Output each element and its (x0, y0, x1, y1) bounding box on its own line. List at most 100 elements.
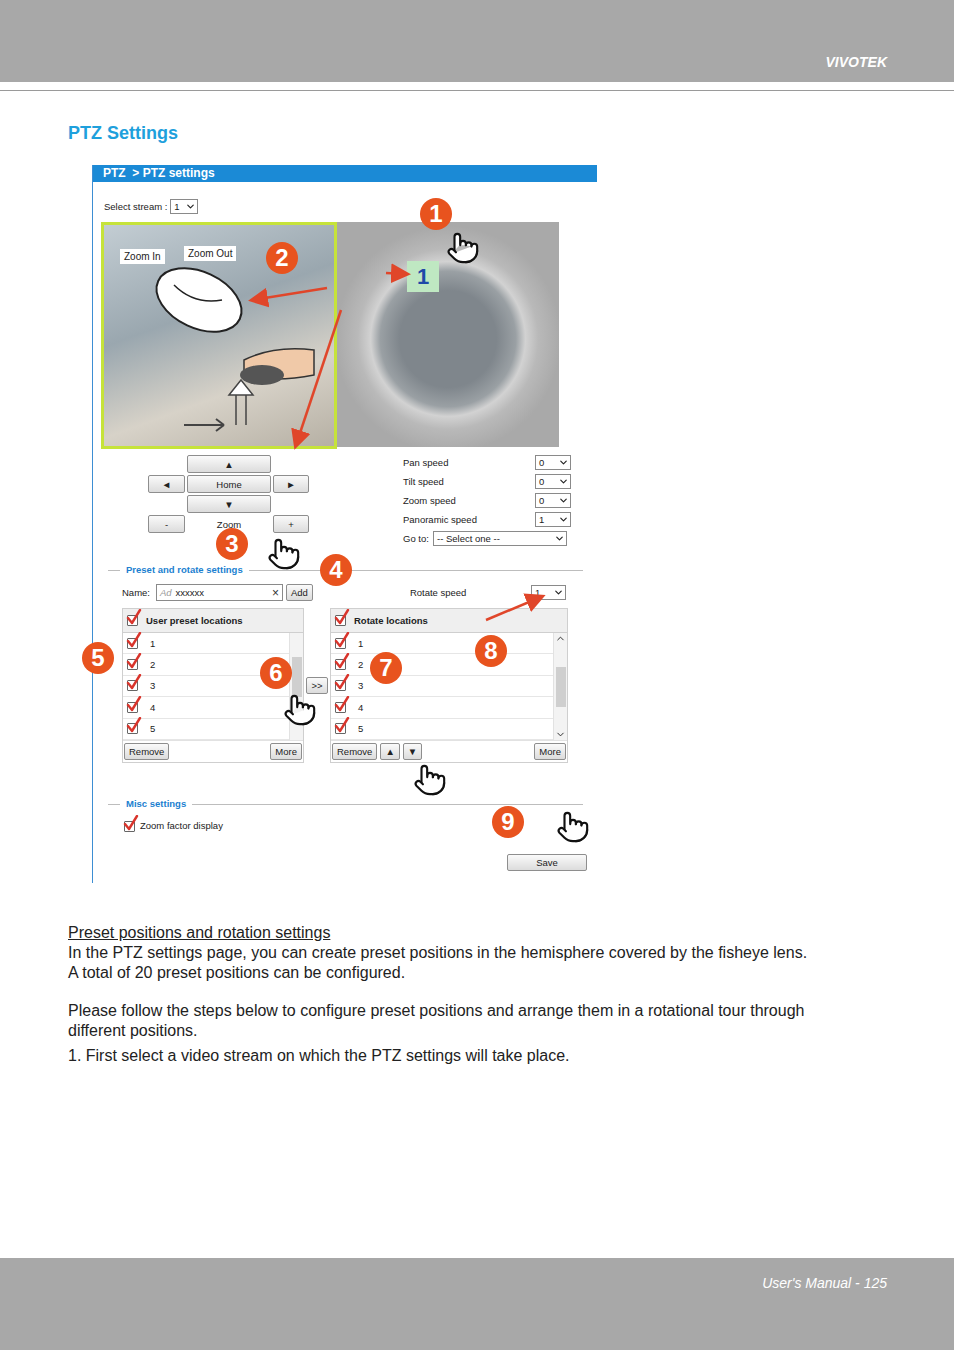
text-line: 1. First select a video stream on which … (68, 1046, 954, 1066)
speed-row: Panoramic speed1 (403, 512, 571, 527)
header-checkbox[interactable] (127, 615, 138, 626)
list-item[interactable]: 2 (331, 654, 553, 675)
item-checkbox[interactable] (127, 638, 138, 649)
list-item[interactable]: 3 (331, 676, 553, 697)
list-button[interactable]: ▲ (380, 743, 399, 760)
check-icon (334, 674, 350, 690)
chevron-down-icon (558, 457, 569, 468)
chevron-down-icon (558, 514, 569, 525)
scroll-up-icon[interactable] (555, 633, 566, 644)
zoom-factor-checkbox[interactable] (124, 821, 135, 832)
add-button[interactable]: Add (286, 584, 313, 601)
check-icon (334, 696, 350, 712)
preset-marker: 1 (407, 261, 439, 292)
mouse-icon (144, 265, 324, 435)
zoom-in-label: Zoom In (120, 249, 165, 264)
legend-line (108, 804, 120, 805)
step-callout: 6 (260, 657, 292, 689)
speed-select[interactable]: 0 (535, 493, 571, 508)
speed-row: Zoom speed0 (403, 493, 571, 508)
item-label: 5 (358, 723, 363, 734)
paragraph: In the PTZ settings page, you can create… (68, 943, 954, 983)
live-view[interactable]: Zoom InZoom Out (101, 222, 337, 449)
step-callout: 8 (475, 635, 507, 667)
check-icon (334, 717, 350, 733)
legend-text: Preset and rotate settings (126, 564, 243, 576)
rotate-speed-select[interactable]: 1 (531, 585, 566, 600)
item-checkbox[interactable] (335, 638, 346, 649)
fisheye-view[interactable]: 1 (337, 222, 559, 447)
chevron-down-icon (553, 587, 564, 598)
item-label: 2 (358, 659, 363, 670)
list-item[interactable]: 1 (123, 633, 289, 654)
header-checkbox[interactable] (335, 615, 346, 626)
list-item[interactable]: 5 (331, 719, 553, 740)
scroll-thumb[interactable] (556, 667, 566, 707)
list-item[interactable]: 1 (331, 633, 553, 654)
legend-line (108, 570, 120, 571)
chevron-down-icon (558, 476, 569, 487)
item-checkbox[interactable] (127, 659, 138, 670)
item-checkbox[interactable] (127, 723, 138, 734)
home-button[interactable]: Home (187, 475, 271, 493)
goto-select[interactable]: -- Select one -- (433, 531, 567, 546)
list-header: User preset locations (123, 609, 303, 633)
item-checkbox[interactable] (127, 680, 138, 691)
stream-label: Select stream : (104, 201, 167, 213)
page-number: User's Manual - 125 (762, 1275, 887, 1350)
annotation-arrows (93, 165, 598, 883)
down-button[interactable]: ▼ (187, 495, 271, 513)
hand-pointer-icon (267, 537, 301, 571)
scrollbar[interactable] (553, 633, 567, 740)
save-button[interactable]: Save (507, 854, 587, 871)
scroll-thumb[interactable] (292, 657, 302, 697)
item-checkbox[interactable] (335, 659, 346, 670)
paragraph: 1. First select a video stream on which … (68, 1046, 954, 1066)
item-label: 3 (150, 680, 155, 691)
select-value: 0 (539, 476, 544, 487)
list-item[interactable]: 4 (331, 697, 553, 718)
item-checkbox[interactable] (335, 723, 346, 734)
speed-select[interactable]: 1 (535, 512, 571, 527)
step-callout: 2 (266, 242, 298, 274)
lists-row: User preset locations12345RemoveMore>>Ro… (122, 608, 597, 763)
speed-row: Pan speed0 (403, 455, 571, 470)
list-button[interactable]: More (270, 743, 302, 760)
list-button[interactable]: More (534, 743, 566, 760)
item-checkbox[interactable] (335, 702, 346, 713)
list-header-label: Rotate locations (354, 615, 428, 626)
name-value: xxxxxx (176, 587, 268, 598)
stream-select[interactable]: 1 (170, 199, 198, 214)
list-button[interactable]: Remove (332, 743, 377, 760)
text-line: Please follow the steps below to configu… (68, 1001, 954, 1021)
footer-bar: User's Manual - 125 (0, 1258, 954, 1350)
move-button[interactable]: >> (306, 677, 327, 694)
annotation-arrow (253, 288, 327, 300)
name-placeholder: Ad (160, 587, 172, 598)
list-item[interactable]: 4 (123, 697, 289, 718)
scroll-down-icon[interactable] (555, 729, 566, 740)
zoom-in-button[interactable]: + (273, 515, 309, 533)
step-callout: 7 (370, 652, 402, 684)
item-checkbox[interactable] (127, 702, 138, 713)
list-button[interactable]: ▼ (403, 743, 422, 760)
ptz-screenshot: PTZ > PTZ settingsSelect stream :1Zoom I… (92, 165, 597, 883)
right-button[interactable]: ► (273, 475, 309, 493)
speed-select[interactable]: 0 (535, 474, 571, 489)
item-checkbox[interactable] (335, 680, 346, 691)
speed-select[interactable]: 0 (535, 455, 571, 470)
list-body: 1 2 3 4 5 (331, 633, 567, 740)
annotation-arrow (296, 310, 341, 445)
list-button[interactable]: Remove (124, 743, 169, 760)
zoom-out-button[interactable]: - (148, 515, 185, 533)
speed-label: Tilt speed (403, 476, 535, 488)
clear-button[interactable]: × (272, 586, 279, 600)
name-input[interactable]: Ad xxxxxx × (156, 584, 283, 601)
item-label: 1 (150, 638, 155, 649)
left-button[interactable]: ◄ (148, 475, 185, 493)
up-button[interactable]: ▲ (187, 455, 271, 473)
item-label: 3 (358, 680, 363, 691)
select-value: 1 (174, 201, 179, 212)
list-item[interactable]: 5 (123, 719, 289, 740)
check-icon (126, 653, 142, 669)
